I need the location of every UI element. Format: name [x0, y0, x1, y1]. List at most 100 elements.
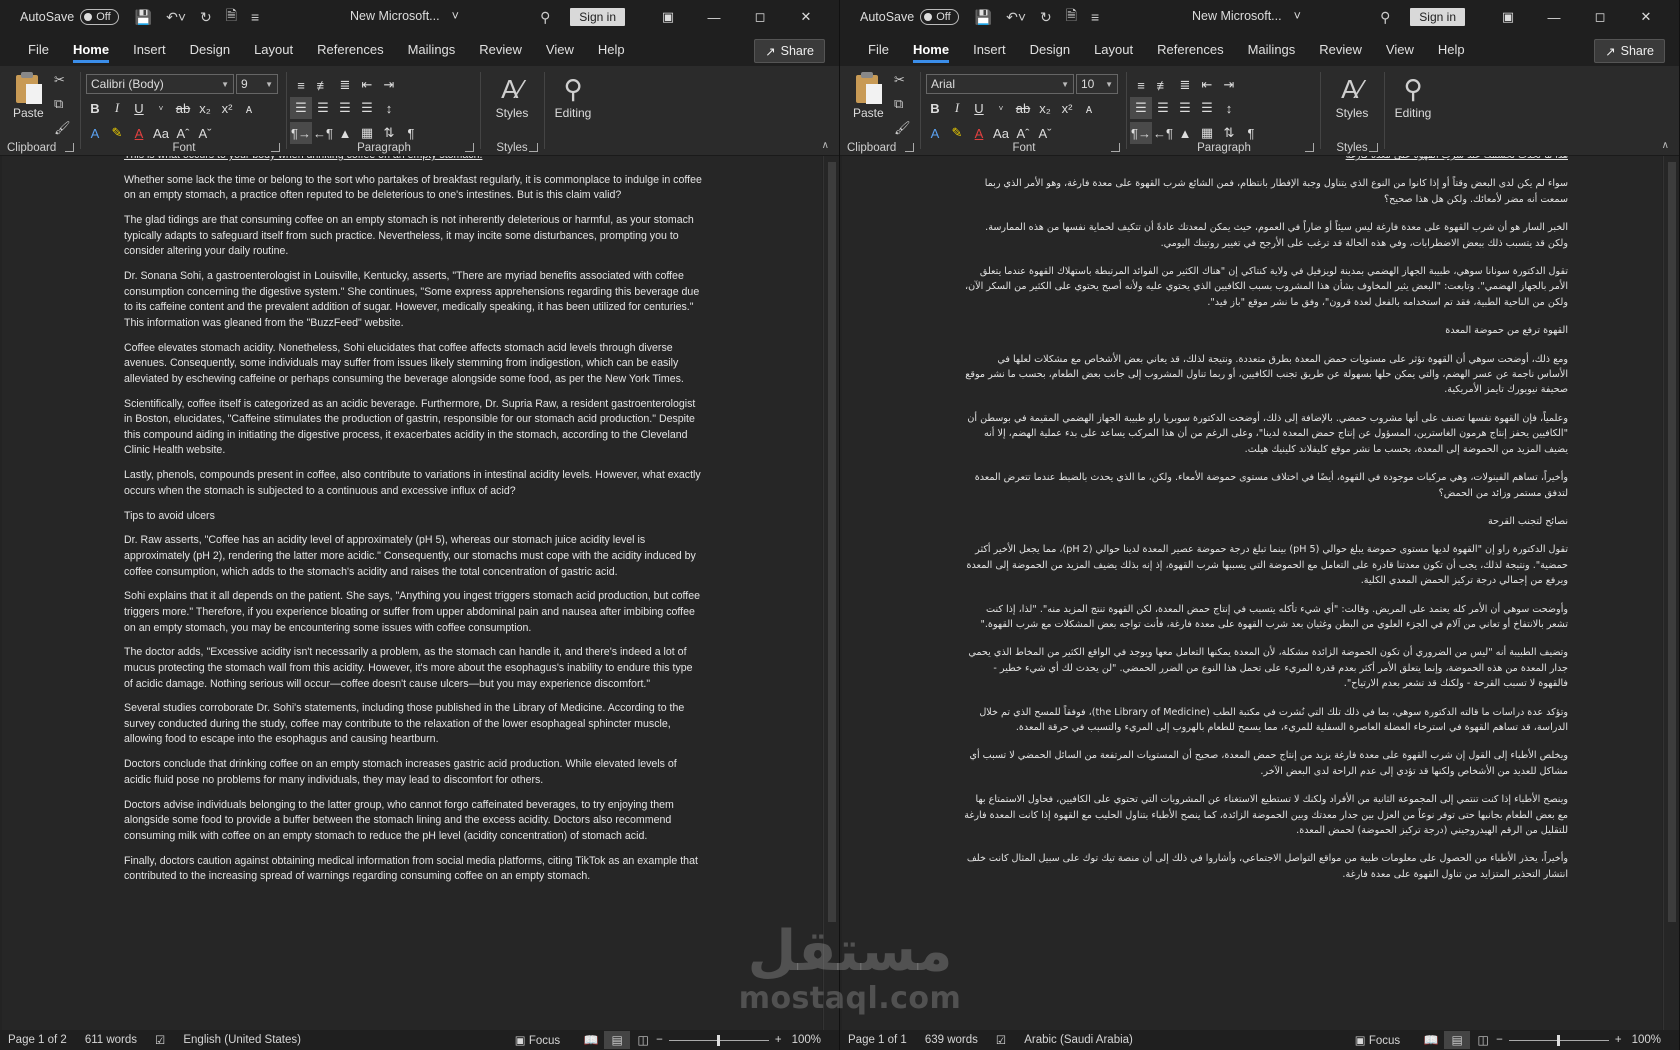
- tab-home[interactable]: Home: [901, 34, 961, 66]
- styles-launcher-icon[interactable]: [1369, 143, 1378, 152]
- styles-button[interactable]: A⁄ Styles: [1328, 72, 1376, 120]
- close-icon[interactable]: ✕: [1623, 9, 1669, 25]
- borders-icon[interactable]: ▦: [356, 122, 378, 144]
- borders-icon[interactable]: ▦: [1196, 122, 1218, 144]
- font-name-select[interactable]: Arial ▼: [926, 74, 1074, 94]
- paste-icon[interactable]: [14, 72, 44, 104]
- read-mode-icon[interactable]: 📖: [1418, 1031, 1444, 1049]
- tab-insert[interactable]: Insert: [121, 34, 178, 66]
- highlight-icon[interactable]: ✎: [946, 122, 968, 144]
- text-effects-icon[interactable]: A: [84, 122, 106, 144]
- minimize-icon[interactable]: —: [691, 10, 737, 25]
- align-left-icon[interactable]: ☰: [1130, 97, 1152, 119]
- word-count[interactable]: 611 words: [85, 1034, 137, 1046]
- minimize-icon[interactable]: —: [1531, 10, 1577, 25]
- share-button[interactable]: ↗ Share: [754, 39, 825, 63]
- tab-references[interactable]: References: [305, 34, 395, 66]
- autosave[interactable]: AutoSave Off: [20, 9, 119, 25]
- bullets-icon[interactable]: ≡: [1130, 74, 1152, 96]
- shading-icon[interactable]: ▲: [1174, 122, 1196, 144]
- align-right-icon[interactable]: ☰: [1174, 97, 1196, 119]
- maximize-icon[interactable]: ◻: [737, 9, 783, 25]
- format-painter-icon[interactable]: 🖌: [894, 120, 911, 136]
- ribbon-display-options-icon[interactable]: ▣: [645, 9, 691, 25]
- change-case-icon[interactable]: Aa: [150, 122, 172, 144]
- bold-button[interactable]: B: [84, 97, 106, 119]
- italic-button[interactable]: I: [106, 97, 128, 119]
- focus-button[interactable]: ▣ Focus: [1355, 1033, 1400, 1047]
- maximize-icon[interactable]: ◻: [1577, 9, 1623, 25]
- bold-button[interactable]: B: [924, 97, 946, 119]
- tab-design[interactable]: Design: [1018, 34, 1082, 66]
- search-icon[interactable]: ⚲: [528, 9, 562, 26]
- tab-help[interactable]: Help: [586, 34, 637, 66]
- decrease-indent-icon[interactable]: ⇤: [356, 74, 378, 96]
- new-document-icon[interactable]: 🗎: [226, 5, 237, 29]
- web-layout-icon[interactable]: ◫: [630, 1031, 656, 1049]
- superscript-button[interactable]: x²: [1056, 97, 1078, 119]
- language[interactable]: English (United States): [183, 1034, 301, 1046]
- tab-home[interactable]: Home: [61, 34, 121, 66]
- styles-button[interactable]: A⁄ Styles: [488, 72, 536, 120]
- underline-button[interactable]: U: [128, 97, 150, 119]
- subscript-button[interactable]: x₂: [194, 97, 216, 119]
- tab-design[interactable]: Design: [178, 34, 242, 66]
- change-case-icon[interactable]: Aa: [990, 122, 1012, 144]
- tab-review[interactable]: Review: [1307, 34, 1374, 66]
- zoom-level[interactable]: 100%: [1632, 1034, 1661, 1046]
- multilevel-list-icon[interactable]: ≣: [334, 74, 356, 96]
- tab-mailings[interactable]: Mailings: [1236, 34, 1308, 66]
- document-title[interactable]: New Microsoft... ˅: [350, 9, 459, 23]
- numbering-icon[interactable]: ≢: [312, 74, 334, 96]
- document-body[interactable]: This is what occurs to your body when dr…: [124, 156, 704, 894]
- language[interactable]: Arabic (Saudi Arabia): [1024, 1034, 1133, 1046]
- sort-icon[interactable]: ⇅: [1218, 122, 1240, 144]
- align-center-icon[interactable]: ☰: [312, 97, 334, 119]
- font-size-select[interactable]: 10 ▼: [1076, 74, 1118, 94]
- cut-icon[interactable]: ✂: [54, 72, 65, 88]
- highlight-icon[interactable]: ✎: [106, 122, 128, 144]
- grow-font-icon[interactable]: Aˆ: [172, 122, 194, 144]
- sort-icon[interactable]: ⇅: [378, 122, 400, 144]
- tab-view[interactable]: View: [534, 34, 586, 66]
- align-right-icon[interactable]: ☰: [334, 97, 356, 119]
- shrink-font-icon[interactable]: Aˇ: [1034, 122, 1056, 144]
- sign-in-button[interactable]: Sign in: [1410, 8, 1465, 26]
- editing-button[interactable]: ⚲ Editing: [546, 72, 600, 120]
- subscript-button[interactable]: x₂: [1034, 97, 1056, 119]
- multilevel-list-icon[interactable]: ≣: [1174, 74, 1196, 96]
- tab-insert[interactable]: Insert: [961, 34, 1018, 66]
- format-painter-icon[interactable]: 🖌: [54, 120, 71, 136]
- chevron-down-icon[interactable]: ˅: [990, 97, 1012, 119]
- zoom-slider[interactable]: − +: [1496, 1034, 1621, 1046]
- print-layout-icon[interactable]: ▤: [604, 1031, 631, 1049]
- zoom-level[interactable]: 100%: [792, 1034, 821, 1046]
- close-icon[interactable]: ✕: [783, 9, 829, 25]
- font-color-icon[interactable]: A: [128, 122, 150, 144]
- strikethrough-button[interactable]: ab: [1012, 97, 1034, 119]
- font-size-select[interactable]: 9 ▼: [236, 74, 278, 94]
- numbering-icon[interactable]: ≢: [1152, 74, 1174, 96]
- styles-launcher-icon[interactable]: [529, 143, 538, 152]
- line-spacing-icon[interactable]: ↕: [1218, 97, 1240, 119]
- tab-view[interactable]: View: [1374, 34, 1426, 66]
- paste-button[interactable]: Paste: [853, 106, 884, 120]
- word-count[interactable]: 639 words: [925, 1034, 978, 1046]
- justify-icon[interactable]: ☰: [1196, 97, 1218, 119]
- chevron-down-icon[interactable]: ˅: [150, 97, 172, 119]
- tab-help[interactable]: Help: [1426, 34, 1477, 66]
- font-launcher-icon[interactable]: [1111, 143, 1120, 152]
- zoom-slider[interactable]: − +: [656, 1034, 781, 1046]
- align-left-icon[interactable]: ☰: [290, 97, 312, 119]
- new-document-icon[interactable]: 🗎: [1066, 5, 1077, 29]
- proofing-icon[interactable]: ☑: [155, 1033, 165, 1047]
- increase-indent-icon[interactable]: ⇥: [1218, 74, 1240, 96]
- vertical-scrollbar[interactable]: [823, 156, 839, 1030]
- ltr-direction-icon[interactable]: ¶→: [1130, 122, 1152, 144]
- paragraph-launcher-icon[interactable]: [465, 143, 474, 152]
- page-count[interactable]: Page 1 of 1: [848, 1034, 907, 1046]
- search-icon[interactable]: ⚲: [1368, 9, 1402, 26]
- ribbon-display-options-icon[interactable]: ▣: [1485, 9, 1531, 25]
- focus-button[interactable]: ▣ Focus: [515, 1033, 560, 1047]
- italic-button[interactable]: I: [946, 97, 968, 119]
